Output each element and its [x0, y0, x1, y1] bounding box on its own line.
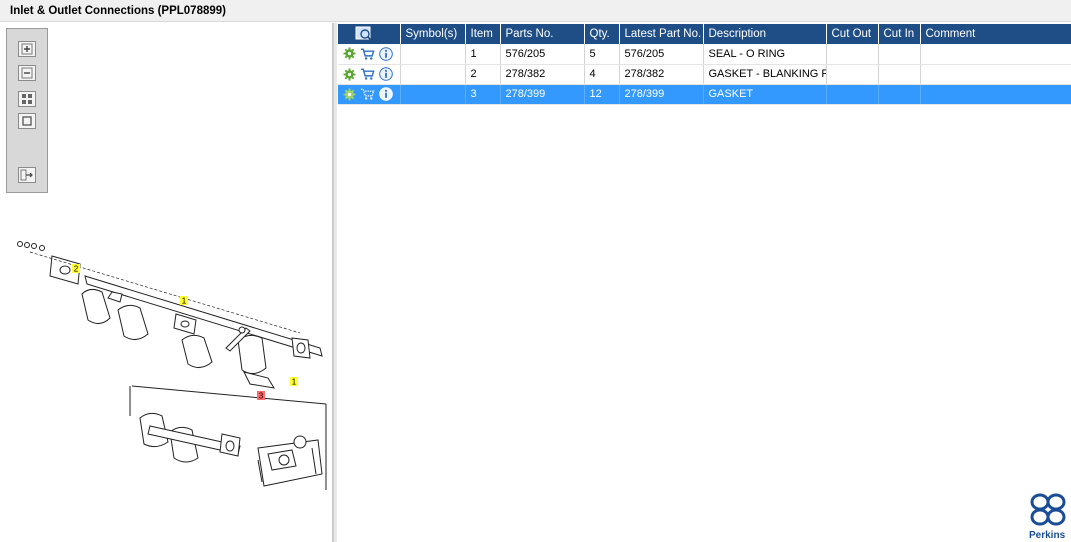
cell-latest-part-no: 278/382 — [619, 64, 704, 85]
export-button[interactable] — [18, 167, 36, 183]
cell-comment — [920, 44, 1071, 65]
column-header-comment[interactable]: Comment — [920, 24, 1071, 44]
cell-qty: 5 — [584, 44, 620, 65]
diagram-callout-label: 3 — [259, 392, 264, 401]
cart-icon[interactable] — [360, 67, 375, 82]
cart-icon[interactable] — [360, 46, 375, 61]
actual-size-icon — [22, 116, 32, 126]
cell-description: GASKET — [703, 84, 827, 105]
cell-cut-out — [826, 84, 879, 105]
cell-qty: 12 — [584, 84, 620, 105]
zoom-in-button[interactable] — [18, 41, 36, 57]
column-header-latest-part-no[interactable]: Latest Part No. — [619, 24, 704, 44]
cell-cut-in — [878, 44, 921, 65]
panel-splitter[interactable] — [333, 23, 337, 542]
cell-latest-part-no: 278/399 — [619, 84, 704, 105]
column-header-symbols[interactable]: Symbol(s) — [400, 24, 466, 44]
cell-item: 3 — [465, 84, 501, 105]
cart-icon[interactable] — [360, 87, 375, 102]
cell-cut-out — [826, 64, 879, 85]
view-part-icon — [355, 26, 372, 41]
cell-item: 1 — [465, 44, 501, 65]
parts-list-panel: Symbol(s) Item Parts No. Qty. Latest Par… — [338, 23, 1071, 542]
actual-size-button[interactable] — [18, 113, 36, 129]
cell-symbols — [400, 44, 466, 65]
perkins-logo-text: Perkins — [1029, 530, 1066, 541]
diagram-callout-label: 1 — [182, 297, 187, 306]
diagram-panel[interactable]: 2 1 3 1 — [0, 23, 333, 542]
info-icon[interactable] — [378, 46, 393, 61]
zoom-out-icon — [21, 67, 33, 79]
diagram-callout-label: 1 — [292, 378, 297, 387]
cell-description: SEAL - O RING — [703, 44, 827, 65]
cell-description: GASKET - BLANKING PLA — [703, 64, 827, 85]
fit-all-icon — [22, 94, 32, 104]
cell-cut-in — [878, 84, 921, 105]
diagram-callout-label: 2 — [74, 265, 79, 274]
cell-parts-no: 278/382 — [500, 64, 585, 85]
column-header-view[interactable] — [338, 24, 401, 44]
column-header-parts-no[interactable]: Parts No. — [500, 24, 585, 44]
column-header-cut-in[interactable]: Cut In — [878, 24, 921, 44]
cell-symbols — [400, 84, 466, 105]
row-actions — [338, 44, 401, 65]
fit-all-button[interactable] — [18, 91, 36, 107]
cell-parts-no: 278/399 — [500, 84, 585, 105]
column-header-qty[interactable]: Qty. — [584, 24, 620, 44]
gear-icon[interactable] — [342, 87, 357, 102]
info-icon[interactable] — [378, 87, 393, 102]
column-header-cut-out[interactable]: Cut Out — [826, 24, 879, 44]
gear-icon[interactable] — [342, 67, 357, 82]
table-row[interactable]: 1 576/205 5 576/205 SEAL - O RING — [338, 44, 1071, 65]
export-icon — [20, 169, 33, 181]
cell-parts-no: 576/205 — [500, 44, 585, 65]
row-actions — [338, 64, 401, 85]
table-header: Symbol(s) Item Parts No. Qty. Latest Par… — [338, 24, 1071, 44]
info-icon[interactable] — [378, 67, 393, 82]
parts-table: Symbol(s) Item Parts No. Qty. Latest Par… — [338, 24, 1071, 105]
cell-cut-in — [878, 64, 921, 85]
exploded-parts-diagram[interactable]: 2 1 3 1 — [0, 228, 333, 528]
window-title: Inlet & Outlet Connections (PPL078899) — [10, 5, 226, 17]
cell-latest-part-no: 576/205 — [619, 44, 704, 65]
row-actions — [338, 84, 401, 105]
zoom-out-button[interactable] — [18, 65, 36, 81]
cell-item: 2 — [465, 64, 501, 85]
zoom-in-icon — [21, 43, 33, 55]
viewer-toolbar — [6, 28, 48, 193]
table-row[interactable]: 2 278/382 4 278/382 GASKET - BLANKING PL… — [338, 64, 1071, 85]
cell-comment — [920, 64, 1071, 85]
cell-comment — [920, 84, 1071, 105]
cell-qty: 4 — [584, 64, 620, 85]
column-header-item[interactable]: Item — [465, 24, 501, 44]
gear-icon[interactable] — [342, 46, 357, 61]
window-title-bar: Inlet & Outlet Connections (PPL078899) — [0, 0, 1071, 22]
cell-symbols — [400, 64, 466, 85]
table-row-selected[interactable]: 3 278/399 12 278/399 GASKET — [338, 84, 1071, 105]
column-header-description[interactable]: Description — [703, 24, 827, 44]
cell-cut-out — [826, 44, 879, 65]
